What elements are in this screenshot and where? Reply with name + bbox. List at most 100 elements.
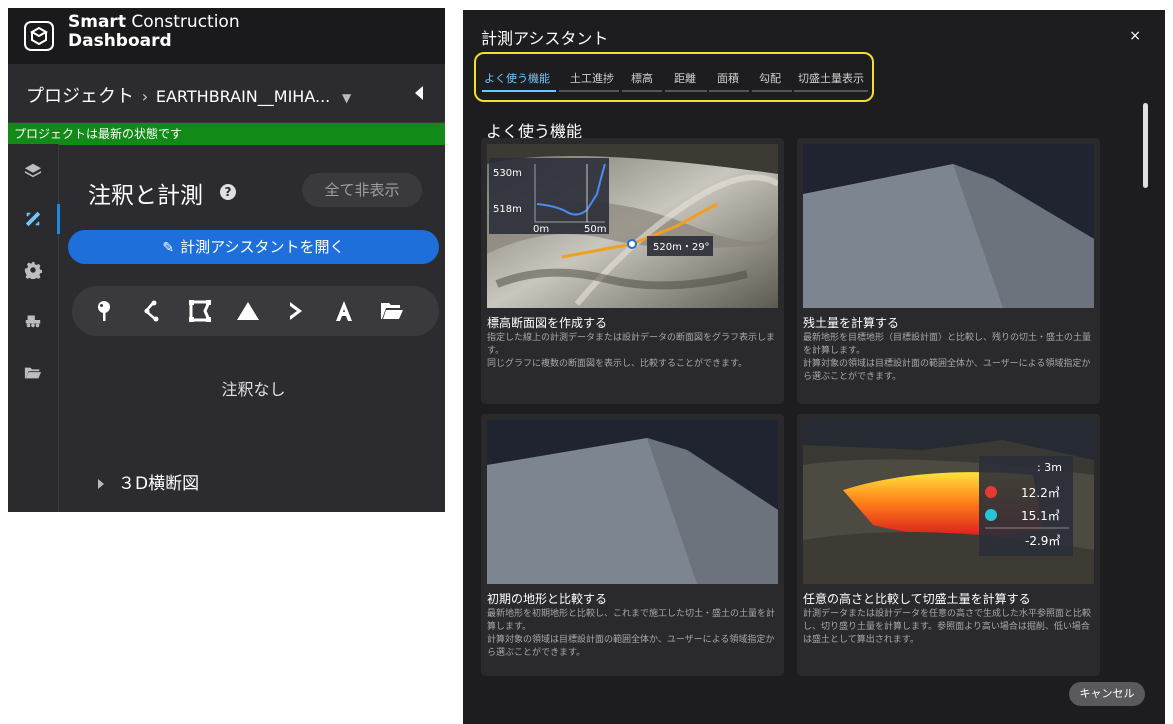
terrain-image: [487, 420, 778, 584]
tab-underline: [559, 90, 619, 92]
tab-elevation[interactable]: 標高: [631, 70, 653, 86]
graph-y-label-bottom: 518m: [493, 204, 522, 215]
cancel-button[interactable]: キャンセル: [1069, 682, 1145, 706]
text-icon: [336, 301, 352, 321]
rail-machine-button[interactable]: [8, 299, 58, 341]
tab-underline: [709, 90, 749, 92]
elevation-profile-preview: 530m 518m 0m 50m 520m・29°: [487, 144, 778, 308]
arrow-tool[interactable]: [282, 297, 310, 325]
card-description: 最新地形を目標地形（目標設計面）と比較し、残りの切土・盛土の土量を計算します。 …: [803, 333, 1092, 382]
feature-card-elevation-profile[interactable]: 530m 518m 0m 50m 520m・29° 標高断面図を作成する 指定し…: [481, 138, 784, 404]
brand-title: Smart Construction Dashboard: [68, 12, 240, 51]
graph-x-label-start: 0m: [533, 224, 549, 235]
annotation-toolbar: [72, 286, 439, 336]
breadcrumb-separator: ›: [141, 87, 149, 106]
empty-annotations-text: 注釈なし: [221, 380, 286, 399]
rail-settings-button[interactable]: [8, 249, 58, 291]
compare-initial-preview: [487, 420, 778, 584]
card-title: 初期の地形と比較する: [487, 592, 608, 606]
terrain-image: 530m 518m 0m 50m 520m・29°: [487, 144, 778, 308]
open-assistant-button[interactable]: ✎ 計測アシスタントを開く: [68, 230, 439, 264]
close-icon[interactable]: ×: [1129, 28, 1141, 44]
card-title: 任意の高さと比較して切盛土量を計算する: [803, 592, 1031, 606]
terrain-image: [803, 144, 1094, 308]
collapse-panel-icon[interactable]: [415, 86, 423, 100]
annotation-title: 注釈と計測: [88, 183, 203, 209]
project-label: プロジェクト: [26, 86, 134, 107]
brand-name-line2: Dashboard: [68, 31, 172, 51]
open-assistant-label: 計測アシスタントを開く: [180, 238, 345, 256]
tab-distance[interactable]: 距離: [674, 70, 696, 86]
feature-card-compare-initial[interactable]: 初期の地形と比較する 最新地形を初期地形と比較し、これまで施工した切土・盛土の土…: [481, 414, 784, 676]
project-selector[interactable]: プロジェクト › EARTHBRAIN__MIHA... ▼: [8, 64, 445, 123]
rail-files-button[interactable]: [8, 352, 58, 394]
graph-y-label-top: 530m: [493, 168, 522, 179]
machine-icon: [25, 315, 41, 328]
card-title: 標高断面図を作成する: [487, 316, 608, 330]
remaining-volume-preview: [803, 144, 1094, 308]
card-description: 最新地形を初期地形と比較し、これまで施工した切土・盛土の土量を計算します。 計算…: [487, 609, 776, 658]
brand-name-rest: Construction: [125, 12, 240, 32]
tab-slope[interactable]: 勾配: [759, 70, 781, 86]
cut-dot-icon: [985, 486, 997, 498]
brand-name-bold: Smart: [68, 12, 126, 32]
tab-indicator: [482, 90, 556, 92]
panel-cut: 12.2㎥: [1021, 486, 1060, 500]
arrow-icon: [290, 302, 302, 320]
side-rail: [8, 144, 60, 512]
tab-underline: [752, 90, 792, 92]
polygon-tool[interactable]: [186, 297, 214, 325]
expand-triangle-icon: [98, 479, 104, 489]
brand-logo-icon: [24, 21, 54, 51]
cross-section-label: ３D横断図: [118, 474, 200, 494]
card-title: 残土量を計算する: [803, 316, 900, 330]
point-pin-tool[interactable]: [90, 297, 118, 325]
scrollbar-thumb[interactable]: [1143, 103, 1148, 188]
annotation-panel: 注釈と計測 ? 全て非表示 ✎ 計測アシスタントを開く 注釈なし ３D横断図: [62, 144, 445, 512]
tab-earthwork[interactable]: 土工進捗: [570, 70, 614, 86]
caret-down-icon[interactable]: ▼: [342, 91, 351, 105]
tab-underline: [622, 90, 662, 92]
tab-underline: [665, 90, 707, 92]
cut-fill-preview: : 3m 12.2㎥ 15.1㎥ -2.9㎥: [803, 420, 1094, 584]
gear-icon: [24, 261, 42, 279]
panel-net: -2.9㎥: [1025, 534, 1060, 548]
tab-bar: よく使う機能 土工進捗 標高 距離 面積 勾配 切盛土量表示: [474, 52, 874, 102]
polyline-tool[interactable]: [138, 297, 166, 325]
measure-tools-icon: [25, 211, 41, 227]
fill-dot-icon: [985, 509, 997, 521]
tab-area[interactable]: 面積: [717, 70, 739, 86]
tab-cut-fill[interactable]: 切盛土量表示: [798, 70, 864, 86]
measure-assistant-dialog: 計測アシスタント × よく使う機能 土工進捗 標高 距離 面積 勾配 切盛土量表…: [463, 10, 1165, 724]
graph-x-label-end: 50m: [584, 224, 606, 235]
polyline-icon: [144, 300, 159, 322]
dialog-title: 計測アシスタント: [481, 29, 609, 48]
layers-icon: [24, 163, 42, 178]
tab-favorites[interactable]: よく使う機能: [484, 70, 550, 86]
card-description: 指定した線上の計測データまたは設計データの断面図をグラフ表示します。 同じグラフ…: [487, 333, 776, 369]
point-pin-icon: [98, 301, 110, 321]
folder-icon: [381, 303, 403, 319]
polygon-icon: [189, 300, 212, 322]
cross-section-toggle[interactable]: ３D横断図: [98, 469, 199, 494]
rail-measure-button[interactable]: [8, 198, 60, 240]
panel-fill: 15.1㎥: [1021, 509, 1060, 523]
tab-underline: [794, 90, 868, 92]
folder-tool[interactable]: [378, 297, 406, 325]
project-name[interactable]: EARTHBRAIN__MIHA...: [156, 87, 330, 106]
feature-card-remaining-volume[interactable]: 残土量を計算する 最新地形を目標地形（目標設計面）と比較し、残りの切土・盛土の土…: [797, 138, 1100, 404]
project-breadcrumb: プロジェクト › EARTHBRAIN__MIHA... ▼: [26, 82, 351, 108]
dashboard-panel: Smart Construction Dashboard プロジェクト › EA…: [8, 8, 445, 512]
terrain-image: : 3m 12.2㎥ 15.1㎥ -2.9㎥: [803, 420, 1094, 584]
help-icon[interactable]: ?: [220, 184, 236, 200]
hide-all-button[interactable]: 全て非表示: [302, 173, 422, 207]
volume-tool[interactable]: [234, 297, 262, 325]
feature-card-cut-fill-height[interactable]: : 3m 12.2㎥ 15.1㎥ -2.9㎥ 任意の高さと比較して切盛土量を計算…: [797, 414, 1100, 676]
rail-layers-button[interactable]: [8, 150, 58, 192]
brand-header: Smart Construction Dashboard: [8, 8, 445, 64]
pencil-icon: ✎: [162, 240, 175, 256]
project-status-bar: プロジェクトは最新の状態です: [8, 123, 445, 145]
text-tool[interactable]: [330, 297, 358, 325]
volume-icon: [237, 302, 259, 320]
folder-icon: [24, 367, 42, 379]
